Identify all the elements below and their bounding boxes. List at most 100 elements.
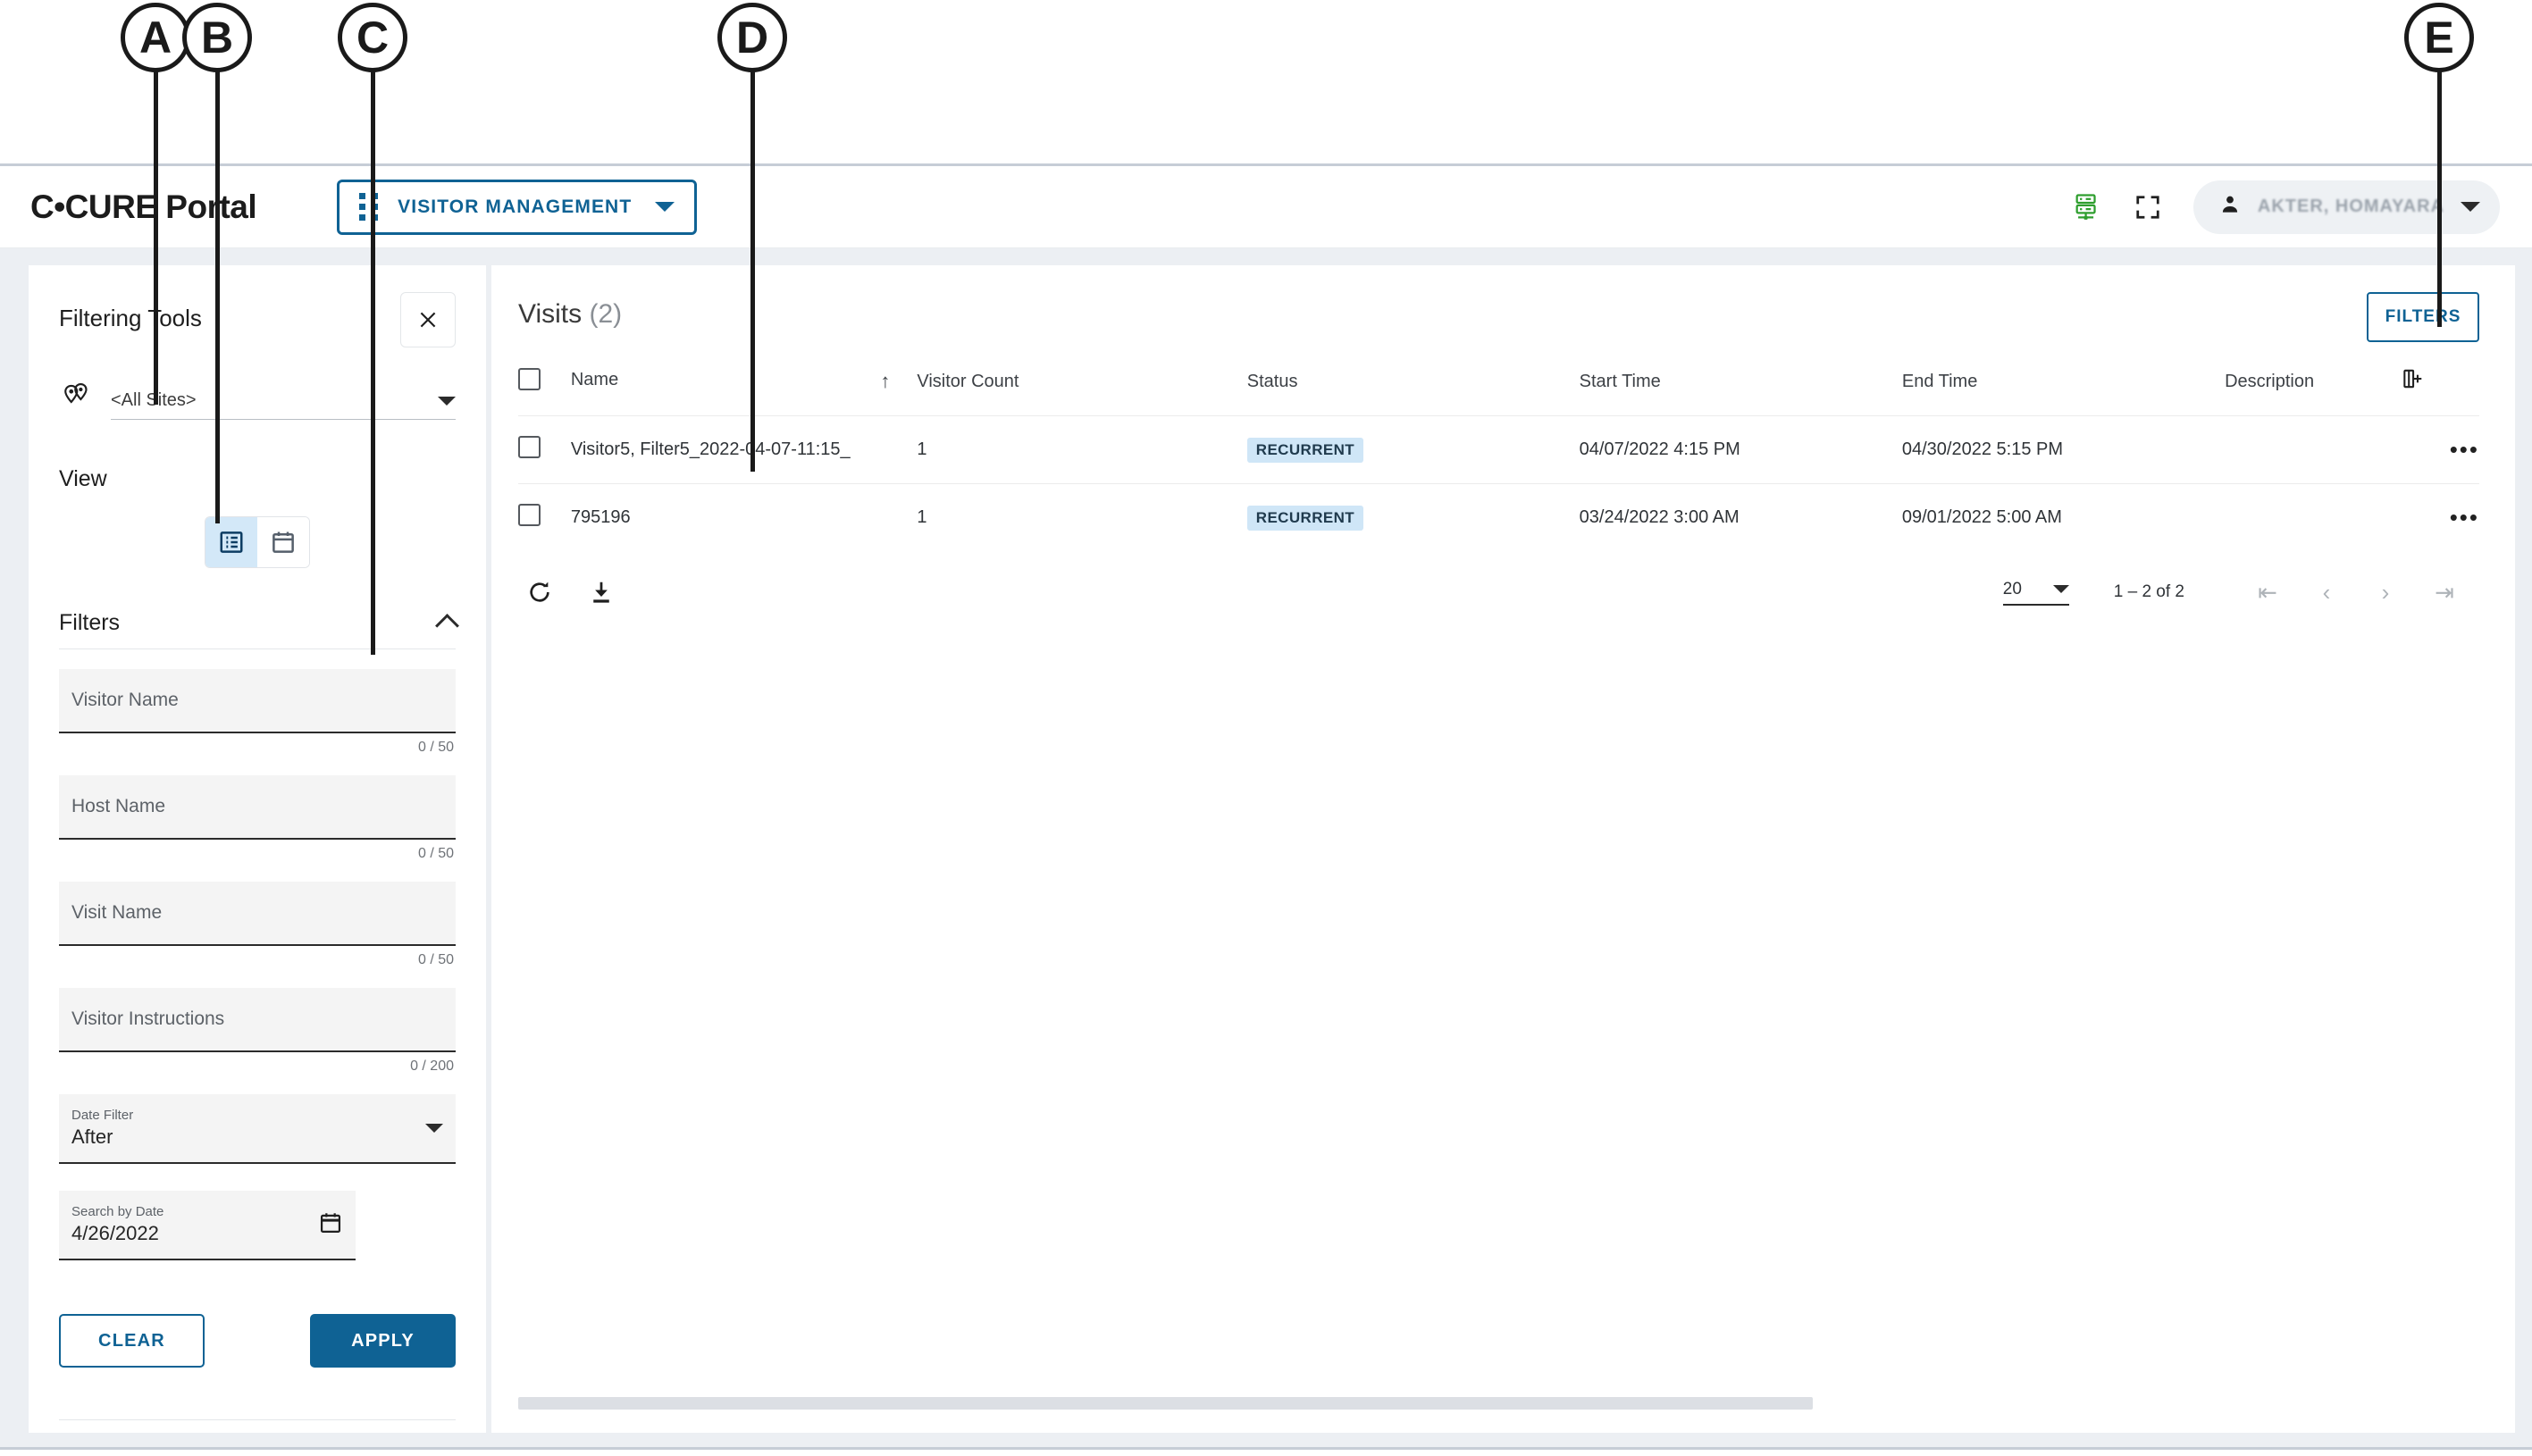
horizontal-scrollbar-thumb[interactable] xyxy=(518,1397,1813,1410)
row-status-cell: RECURRENT xyxy=(1246,415,1580,484)
download-icon[interactable] xyxy=(588,579,615,606)
row-description-value xyxy=(2225,415,2401,484)
row-checkbox[interactable] xyxy=(518,504,541,526)
row-visitor-count-value: 1 xyxy=(917,415,1247,484)
chevron-down-icon xyxy=(425,1124,443,1133)
row-name-value: 795196 xyxy=(570,507,631,527)
callout-line-d xyxy=(750,70,755,472)
page-size-select[interactable]: 20 xyxy=(2002,580,2069,606)
callout-line-c xyxy=(371,70,375,655)
view-toggle-wrapper xyxy=(59,517,456,567)
status-badge: RECURRENT xyxy=(1246,437,1364,463)
filters-section-label: Filters xyxy=(59,610,121,635)
visitor-instructions-input[interactable]: Visitor Instructions xyxy=(59,988,456,1052)
search-by-date-label: Search by Date xyxy=(71,1204,164,1219)
module-selector-button[interactable]: VISITOR MANAGEMENT xyxy=(337,179,698,235)
user-account-chip[interactable]: AKTER, HOMAYARA xyxy=(2192,180,2500,234)
list-view-icon xyxy=(220,531,243,553)
row-name-cell: Visitor5, Filter5_2022-04-07-11:15_ xyxy=(570,415,918,484)
row-checkbox[interactable] xyxy=(518,436,541,458)
visit-name-placeholder: Visit Name xyxy=(71,902,163,923)
view-section-label: View xyxy=(59,466,107,491)
content-header: Visits (2) FILTERS xyxy=(518,292,2479,342)
site-selector-row: <All Sites> xyxy=(59,380,456,420)
site-selector[interactable]: <All Sites> xyxy=(111,390,456,420)
fullscreen-icon[interactable] xyxy=(2134,194,2161,221)
first-page-icon[interactable]: ⇤ xyxy=(2238,574,2297,610)
clear-button[interactable]: CLEAR xyxy=(59,1314,205,1368)
visitor-name-placeholder: Visitor Name xyxy=(71,690,179,710)
top-bar: C•CURE Portal VISITOR MANAGEMENT AKTER, … xyxy=(0,166,2532,248)
table-row[interactable]: 795196 1 RECURRENT 03/24/2022 3:00 AM 09… xyxy=(518,483,2479,551)
host-name-placeholder: Host Name xyxy=(71,796,166,816)
row-end-time-value: 09/01/2022 5:00 AM xyxy=(1901,483,2226,551)
row-select-cell xyxy=(518,483,571,551)
table-body: Visitor5, Filter5_2022-04-07-11:15_ 1 RE… xyxy=(518,415,2479,551)
next-page-icon[interactable]: › xyxy=(2356,574,2415,610)
date-filter-value: After xyxy=(71,1125,113,1148)
select-all-header xyxy=(518,367,571,416)
visits-content-panel: Visits (2) FILTERS Name ↑ Visitor Count … xyxy=(491,265,2515,1433)
row-actions-cell: ••• xyxy=(2400,483,2479,551)
row-name-value: Visitor5, Filter5_2022-04-07-11:15_ xyxy=(570,439,851,459)
chevron-down-icon xyxy=(2461,202,2480,212)
visit-name-counter: 0 / 50 xyxy=(417,952,454,967)
app-brand-title: C•CURE Portal xyxy=(30,188,257,225)
visitor-name-input[interactable]: Visitor Name xyxy=(59,669,456,733)
host-name-input[interactable]: Host Name xyxy=(59,775,456,840)
date-filter-label: Date Filter xyxy=(71,1108,134,1123)
refresh-icon[interactable] xyxy=(525,578,554,607)
search-by-date-input[interactable]: Search by Date 4/26/2022 xyxy=(59,1191,356,1260)
overflow-menu-icon[interactable]: ••• xyxy=(2450,436,2479,463)
column-header-description[interactable]: Description xyxy=(2225,367,2401,416)
add-column-icon[interactable] xyxy=(2401,369,2424,395)
add-column-header[interactable] xyxy=(2401,367,2479,416)
date-filter-select[interactable]: Date Filter After xyxy=(59,1094,456,1164)
close-panel-button[interactable] xyxy=(400,292,456,347)
callout-badge-b: B xyxy=(182,3,252,72)
server-status-icon[interactable] xyxy=(2072,192,2102,222)
callout-line-a xyxy=(154,70,158,405)
callout-badge-c-label: C xyxy=(356,13,390,63)
column-header-start-time[interactable]: Start Time xyxy=(1580,367,1902,416)
grid-dots-icon xyxy=(359,193,379,221)
row-end-time-value: 04/30/2022 5:15 PM xyxy=(1901,415,2226,484)
row-select-cell xyxy=(518,415,571,484)
column-header-name[interactable]: Name ↑ xyxy=(571,367,917,416)
row-description-value xyxy=(2225,483,2401,551)
filters-button[interactable]: FILTERS xyxy=(2367,292,2479,342)
callout-badge-e: E xyxy=(2404,3,2474,72)
filters-section-header[interactable]: Filters xyxy=(59,610,459,649)
previous-page-icon[interactable]: ‹ xyxy=(2297,574,2356,610)
callout-line-b xyxy=(215,70,220,523)
apply-button[interactable]: APPLY xyxy=(310,1314,456,1368)
search-by-date-value: 4/26/2022 xyxy=(71,1222,159,1244)
filter-actions: CLEAR APPLY xyxy=(59,1314,456,1368)
column-header-end-time[interactable]: End Time xyxy=(1902,367,2225,416)
calendar-icon[interactable] xyxy=(318,1210,343,1240)
status-badge: RECURRENT xyxy=(1246,505,1364,531)
top-bar-actions: AKTER, HOMAYARA xyxy=(2072,180,2500,234)
callout-badge-d: D xyxy=(717,3,787,72)
row-status-cell: RECURRENT xyxy=(1246,483,1580,551)
overflow-menu-icon[interactable]: ••• xyxy=(2450,504,2479,531)
chevron-up-icon xyxy=(435,613,459,638)
visit-name-input[interactable]: Visit Name xyxy=(59,882,456,946)
row-visitor-count-value: 1 xyxy=(917,483,1247,551)
row-start-time-value: 03/24/2022 3:00 AM xyxy=(1579,483,1902,551)
column-header-visitor-count[interactable]: Visitor Count xyxy=(917,367,1246,416)
pagination-controls: 20 1 – 2 of 2 ⇤ ‹ › ⇥ xyxy=(2002,574,2474,610)
visitor-name-counter: 0 / 50 xyxy=(417,740,454,755)
horizontal-scrollbar-track[interactable] xyxy=(518,1397,2479,1410)
select-all-checkbox[interactable] xyxy=(518,367,541,390)
row-actions-cell: ••• xyxy=(2400,415,2479,484)
column-header-status[interactable]: Status xyxy=(1247,367,1580,416)
table-footer: 20 1 – 2 of 2 ⇤ ‹ › ⇥ xyxy=(518,574,2479,610)
view-toggle-list[interactable] xyxy=(205,517,257,567)
visitor-instructions-placeholder: Visitor Instructions xyxy=(71,1008,225,1029)
filtering-tools-panel: Filtering Tools <All Sites> View Filters… xyxy=(29,265,486,1433)
view-toggle-calendar[interactable] xyxy=(257,517,309,567)
last-page-icon[interactable]: ⇥ xyxy=(2415,574,2474,610)
table-row[interactable]: Visitor5, Filter5_2022-04-07-11:15_ 1 RE… xyxy=(518,415,2479,484)
module-selector-label: VISITOR MANAGEMENT xyxy=(398,196,633,217)
